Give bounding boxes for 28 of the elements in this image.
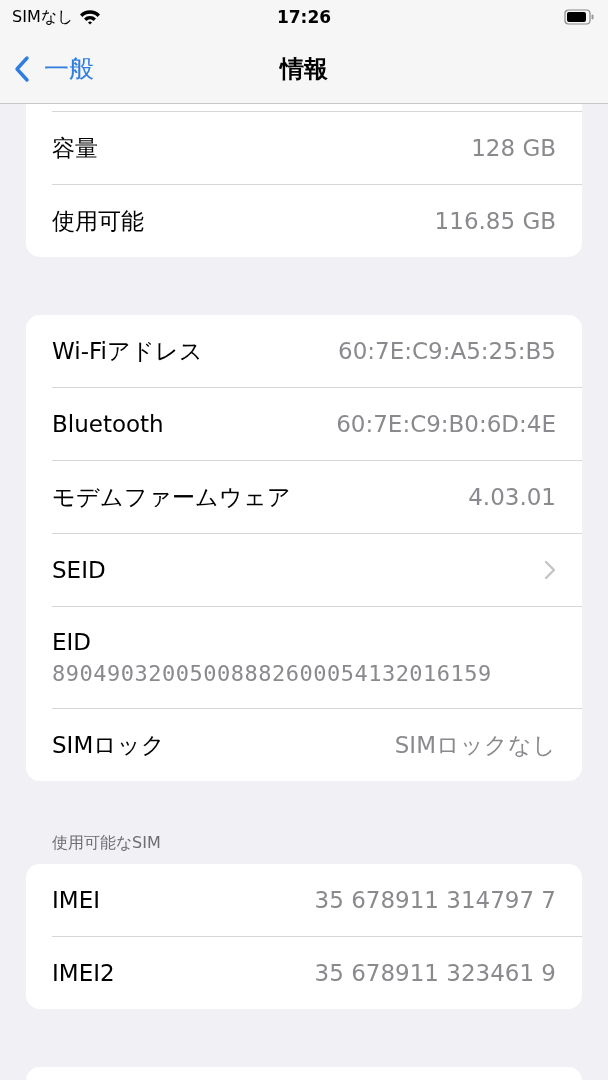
chevron-right-icon <box>544 560 556 580</box>
row-value: 60:7E:C9:A5:25:B5 <box>338 338 556 364</box>
row-value: 128 GB <box>471 135 556 161</box>
back-button[interactable]: 一般 <box>0 52 94 85</box>
row-label: SIMロック <box>52 730 166 760</box>
row-value: 89049032005008882600054132016159 <box>52 661 492 686</box>
row-value: SIMロックなし <box>394 730 556 760</box>
row-value: 4.03.01 <box>468 484 556 510</box>
row-label: Bluetooth <box>52 411 164 437</box>
wifi-icon <box>78 9 101 25</box>
row-label: EID <box>52 629 92 655</box>
row-value: 35 678911 323461 9 <box>314 960 556 986</box>
row-label: IMEI <box>52 887 100 913</box>
page-title: 情報 <box>280 53 328 85</box>
carrier-text: SIMなし <box>12 6 73 28</box>
row-label: Wi-Fiアドレス <box>52 336 203 366</box>
row-value: 60:7E:C9:B0:6D:4E <box>336 411 556 437</box>
row-label: 使用可能 <box>52 206 144 236</box>
row-value: 35 678911 314797 7 <box>314 887 556 913</box>
battery-icon <box>564 9 594 25</box>
row-label: IMEI2 <box>52 960 115 986</box>
row-value: 116.85 GB <box>434 208 556 234</box>
clock-text: 17:26 <box>276 7 332 27</box>
settings-row[interactable]: SEID <box>52 533 582 606</box>
section-header: 使用可能なSIM <box>51 833 162 854</box>
row-label: 容量 <box>52 133 98 163</box>
chevron-left-icon <box>14 54 30 83</box>
row-label: モデムファームウェア <box>52 482 291 512</box>
